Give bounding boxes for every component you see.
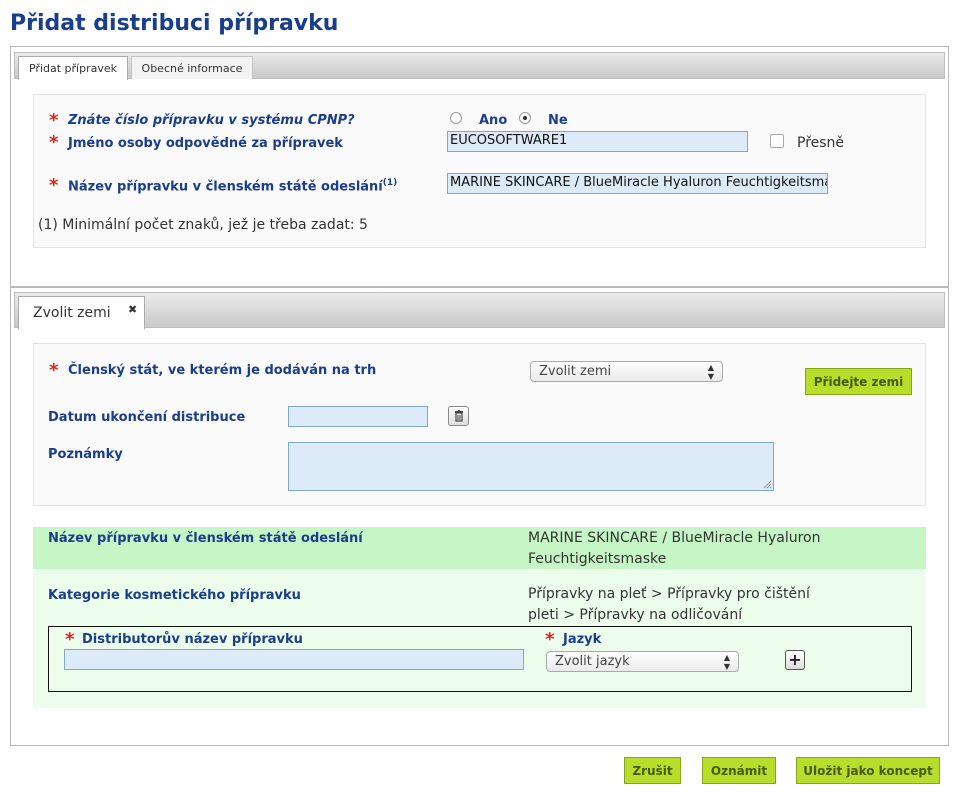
plus-icon: +	[788, 650, 802, 669]
tab-general-info[interactable]: Obecné informace	[131, 56, 253, 79]
cpnp-no-radio[interactable]	[519, 112, 531, 124]
required-marker: *	[49, 360, 59, 381]
product-name-input[interactable]: MARINE SKINCARE / BlueMiracle Hyaluron F…	[447, 173, 828, 194]
distributor-name-label: Distributorův název přípravku	[82, 632, 303, 647]
language-label: Jazyk	[563, 632, 602, 647]
info-category-label: Kategorie kosmetického přípravku	[48, 588, 301, 603]
required-marker: *	[65, 629, 75, 650]
resize-handle-icon[interactable]	[763, 480, 772, 489]
required-marker: *	[49, 110, 59, 131]
language-select[interactable]: Zvolit jazyk ▲ ▼	[546, 651, 739, 672]
country-select[interactable]: Zvolit zemi ▲ ▼	[530, 361, 723, 382]
select-arrows-icon: ▲ ▼	[723, 652, 730, 671]
trash-icon[interactable]	[448, 406, 469, 426]
person-input[interactable]: EUCOSOFTWARE1	[447, 131, 748, 152]
notes-label: Poznámky	[48, 447, 123, 462]
end-date-label: Datum ukončení distribuce	[48, 410, 246, 425]
member-state-label: Členský stát, ve kterém je dodáván na tr…	[68, 363, 377, 378]
cpnp-yes-radio[interactable]	[450, 112, 462, 124]
info-name-label: Název přípravku v členském státě odeslán…	[48, 531, 363, 546]
exact-label: Přesně	[797, 135, 845, 151]
country-select-value: Zvolit zemi	[539, 364, 612, 379]
cpnp-yes-label: Ano	[479, 113, 508, 128]
cancel-button[interactable]: Zrušit	[624, 757, 681, 784]
tab-choose-country-label: Zvolit zemi	[33, 305, 111, 321]
page-title: Přidat distribuci přípravku	[10, 11, 339, 36]
tab-add-product-label: Přidat přípravek	[28, 62, 117, 75]
language-select-value: Zvolit jazyk	[555, 654, 630, 669]
person-label: Jméno osoby odpovědné za přípravek	[68, 136, 343, 151]
save-draft-button[interactable]: Uložit jako koncept	[796, 757, 940, 784]
distributor-name-input[interactable]	[64, 649, 524, 670]
end-date-input[interactable]	[288, 406, 428, 427]
add-language-button[interactable]: +	[785, 650, 805, 670]
select-arrows-icon: ▲ ▼	[707, 362, 714, 381]
exact-checkbox[interactable]	[770, 134, 784, 148]
required-marker: *	[49, 132, 59, 153]
tab-choose-country[interactable]: Zvolit zemi	[18, 296, 145, 329]
required-marker: *	[49, 175, 59, 196]
info-category-value: Přípravky na pleť > Přípravky pro čištěn…	[528, 586, 810, 623]
tab-add-product[interactable]: Přidat přípravek	[18, 56, 128, 80]
notes-textarea[interactable]	[288, 442, 774, 491]
cpnp-no-label: Ne	[548, 113, 568, 128]
info-name-value: MARINE SKINCARE / BlueMiracle Hyaluron F…	[528, 530, 821, 567]
footnote: (1) Minimální počet znaků, jež je třeba …	[38, 217, 368, 233]
notify-button[interactable]: Oznámit	[702, 757, 776, 784]
cpnp-question-label: Znáte číslo přípravku v systému CPNP?	[68, 113, 355, 128]
required-marker: *	[545, 629, 555, 650]
close-tab-icon[interactable]: ✖	[128, 303, 137, 316]
tab-general-info-label: Obecné informace	[141, 61, 243, 75]
country-tabstrip	[14, 292, 945, 328]
product-name-label: Název přípravku v členském státě odeslán…	[68, 178, 398, 195]
add-country-button[interactable]: Přidejte zemi	[805, 368, 912, 395]
